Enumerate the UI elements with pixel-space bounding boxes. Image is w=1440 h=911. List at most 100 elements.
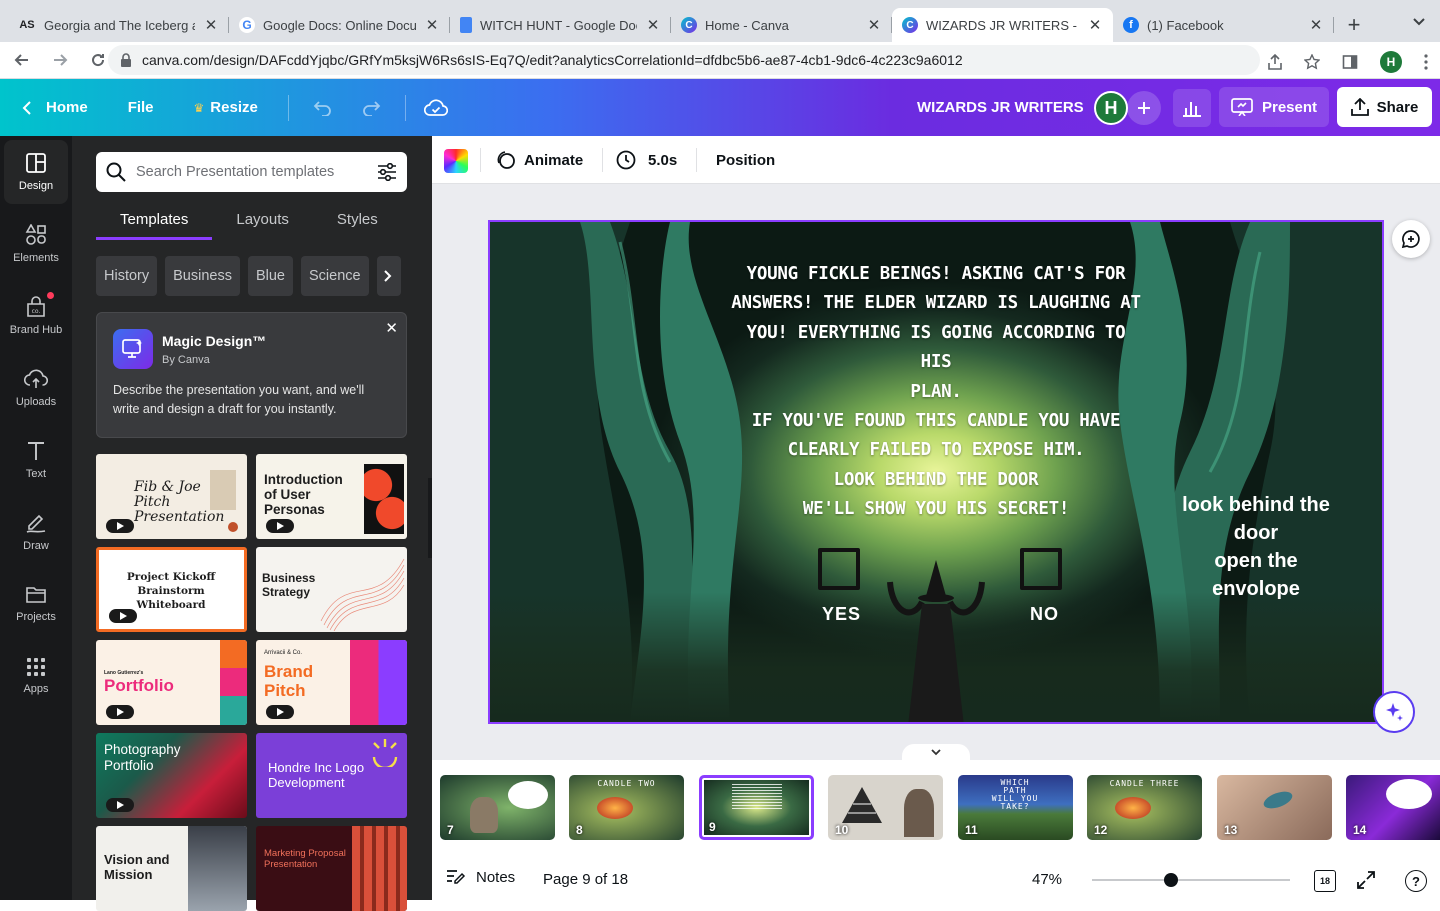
present-button[interactable]: Present	[1219, 87, 1329, 127]
rail-item-brand-hub[interactable]: co. Brand Hub	[0, 284, 72, 348]
resize-button[interactable]: ♛ Resize	[174, 79, 278, 136]
tab-layouts[interactable]: Layouts	[212, 208, 313, 240]
template-brand-pitch[interactable]: Arrivacii & Co. Brand Pitch	[256, 640, 407, 725]
close-tab-icon[interactable]: ✕	[645, 16, 661, 34]
bookmark-star-icon[interactable]	[1304, 54, 1320, 70]
url-omnibox[interactable]: canva.com/design/DAFcddYjqbc/GRfYm5ksjW6…	[108, 45, 1260, 75]
profile-avatar[interactable]: H	[1380, 51, 1402, 73]
close-tab-icon[interactable]: ✕	[1087, 16, 1103, 34]
magic-design-card[interactable]: Magic Design™ By Canva Describe the pres…	[96, 312, 407, 438]
magic-assistant-button[interactable]	[1373, 691, 1415, 733]
browser-tab-georgia[interactable]: AS Georgia and The Iceberg and ✕	[8, 8, 229, 42]
rail-item-design[interactable]: Design	[4, 140, 68, 204]
notes-button[interactable]: Notes	[446, 868, 515, 886]
template-project-kickoff[interactable]: Project Kickoff Brainstorm Whiteboard	[96, 547, 247, 632]
magic-design-description: Describe the presentation you want, and …	[113, 383, 365, 416]
template-fib-joe[interactable]: Fib & Joe Pitch Presentation	[96, 454, 247, 539]
template-marketing-proposal[interactable]: Marketing Proposal Presentation	[256, 826, 407, 911]
kebab-menu-icon[interactable]	[1424, 54, 1428, 70]
browser-tab-facebook[interactable]: f (1) Facebook ✕	[1113, 8, 1334, 42]
chip-business[interactable]: Business	[165, 256, 240, 296]
slide-canvas[interactable]: Young fickle beings! Asking cat's for an…	[488, 220, 1384, 724]
new-tab-icon[interactable]: +	[1334, 8, 1374, 42]
rail-item-elements[interactable]: Elements	[0, 212, 72, 276]
close-tab-icon[interactable]: ✕	[203, 16, 219, 34]
template-search-input[interactable]: Search Presentation templates	[96, 152, 407, 192]
close-tab-icon[interactable]: ✕	[1308, 16, 1324, 34]
zoom-slider[interactable]	[1092, 873, 1290, 887]
template-user-personas[interactable]: Introduction of User Personas	[256, 454, 407, 539]
rail-item-text[interactable]: Text	[0, 428, 72, 492]
browser-tab-google-docs[interactable]: G Google Docs: Online Docum ✕	[229, 8, 450, 42]
yes-checkbox[interactable]	[818, 548, 860, 590]
page-grid-button[interactable]: 18	[1314, 870, 1336, 892]
fullscreen-icon[interactable]	[1357, 871, 1375, 889]
tab-templates[interactable]: Templates	[96, 208, 213, 240]
add-comment-button[interactable]	[1392, 220, 1430, 258]
page-thumbnail-13[interactable]: 13	[1217, 775, 1332, 840]
close-icon[interactable]: ✕	[385, 319, 398, 337]
page-thumbnail-10[interactable]: 10	[828, 775, 943, 840]
rail-label: Text	[25, 468, 47, 480]
page-thumbnail-7[interactable]: 7	[440, 775, 555, 840]
page-caption: WHICH PATH WILL YOU TAKE?	[991, 778, 1039, 811]
rail-item-draw[interactable]: Draw	[0, 500, 72, 564]
chip-blue[interactable]: Blue	[247, 256, 293, 296]
insights-button[interactable]	[1173, 89, 1211, 127]
share-button[interactable]: Share	[1337, 87, 1432, 127]
tab-title: WIZARDS JR WRITERS - Pr	[926, 17, 1079, 33]
page-thumbnail-14[interactable]: 14	[1346, 775, 1440, 840]
browser-tab-canva-home[interactable]: C Home - Canva ✕	[671, 8, 892, 42]
tab-styles[interactable]: Styles	[313, 208, 402, 240]
template-hondre-logo[interactable]: Hondre Inc Logo Development	[256, 733, 407, 818]
browser-tab-wizards[interactable]: C WIZARDS JR WRITERS - Pr ✕	[892, 8, 1113, 42]
slide-main-text[interactable]: Young fickle beings! Asking cat's for an…	[730, 260, 1142, 525]
page-thumbnail-8[interactable]: CANDLE TWO 8	[569, 775, 684, 840]
home-button[interactable]: Home	[0, 79, 108, 136]
rail-item-apps[interactable]: Apps	[0, 644, 72, 708]
template-vision-mission[interactable]: Vision and Mission	[96, 826, 247, 911]
page-thumbnail-11[interactable]: WHICH PATH WILL YOU TAKE? 11	[958, 775, 1073, 840]
page-thumbnail-9[interactable]: 9	[699, 775, 814, 840]
rail-item-uploads[interactable]: Uploads	[0, 356, 72, 420]
slide-text-line: Young fickle beings! Asking cat's for	[746, 264, 1126, 284]
page-indicator[interactable]: Page 9 of 18	[543, 871, 628, 888]
design-title[interactable]: WIZARDS JR WRITERS	[917, 99, 1084, 116]
slide-side-note[interactable]: look behind the door open the envolope	[1166, 491, 1346, 603]
forward-arrow-icon[interactable]	[44, 52, 76, 68]
close-tab-icon[interactable]: ✕	[424, 16, 440, 34]
file-menu-button[interactable]: File	[108, 79, 174, 136]
close-tab-icon[interactable]: ✕	[866, 16, 882, 34]
browser-tab-witch-hunt[interactable]: WITCH HUNT - Google Doc ✕	[450, 8, 671, 42]
template-portfolio[interactable]: Lano Gutierrez's Portfolio	[96, 640, 247, 725]
side-panel-icon[interactable]	[1342, 54, 1358, 70]
cloud-saved-icon[interactable]	[416, 79, 456, 136]
filmstrip-toggle-chevron[interactable]	[902, 744, 970, 760]
position-button[interactable]: Position	[716, 136, 775, 184]
rail-label: Uploads	[15, 396, 57, 408]
tab-search-chevron-icon[interactable]	[1412, 14, 1426, 28]
rail-item-projects[interactable]: Projects	[0, 572, 72, 636]
redo-icon[interactable]	[347, 79, 395, 136]
chip-next-arrow[interactable]	[376, 256, 401, 296]
user-avatar[interactable]: H	[1094, 91, 1128, 125]
chip-history[interactable]: History	[96, 256, 158, 296]
filter-sliders-icon[interactable]	[377, 163, 397, 181]
zoom-percentage[interactable]: 47%	[1032, 871, 1062, 888]
template-photography-portfolio[interactable]: Photography Portfolio	[96, 733, 247, 818]
template-business-strategy[interactable]: Business Strategy	[256, 547, 407, 632]
color-picker-swatch[interactable]	[444, 149, 468, 173]
animate-button[interactable]: Animate	[496, 136, 583, 184]
zoom-slider-handle[interactable]	[1164, 873, 1179, 887]
page-thumbnail-12[interactable]: CANDLE THREE 12	[1087, 775, 1202, 840]
no-checkbox[interactable]	[1020, 548, 1062, 590]
address-bar: canva.com/design/DAFcddYjqbc/GRfYm5ksjW6…	[0, 42, 1440, 79]
undo-icon[interactable]	[299, 79, 347, 136]
duration-button[interactable]: 5.0s	[616, 136, 677, 184]
template-graphic	[350, 640, 407, 725]
back-arrow-icon[interactable]	[6, 52, 38, 68]
chip-science[interactable]: Science	[301, 256, 369, 296]
add-collaborator-button[interactable]	[1127, 91, 1161, 125]
help-icon[interactable]: ?	[1405, 870, 1427, 892]
share-page-icon[interactable]	[1268, 54, 1282, 70]
